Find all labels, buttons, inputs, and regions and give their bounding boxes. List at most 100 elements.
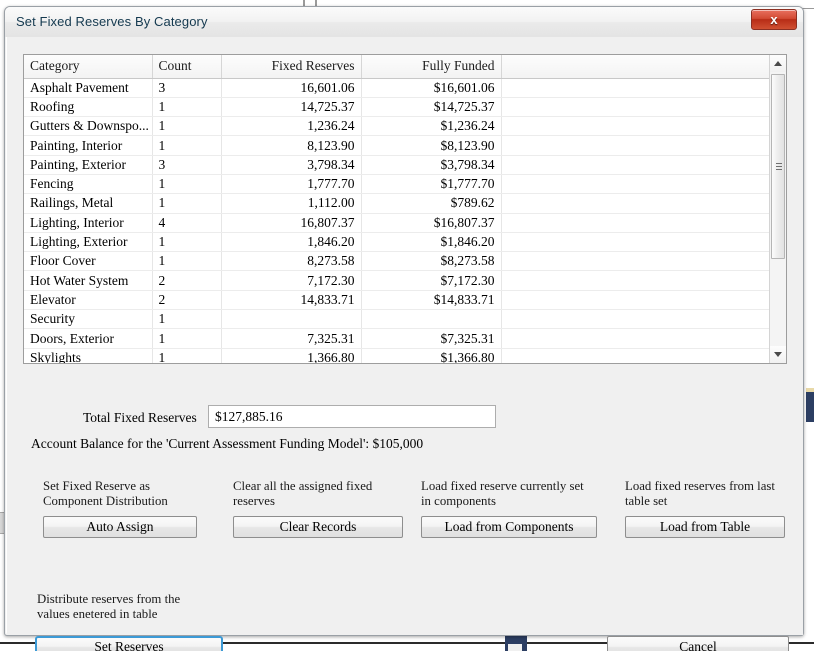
- cell-fixed-reserves[interactable]: 1,236.24: [221, 116, 362, 137]
- cell-category[interactable]: Skylights: [24, 348, 153, 363]
- table-row[interactable]: Roofing 1 14,725.37 $14,725.37: [24, 97, 770, 118]
- column-header-category[interactable]: Category: [24, 55, 153, 79]
- cell-count[interactable]: 1: [152, 232, 222, 253]
- column-header-fixed-reserves[interactable]: Fixed Reserves: [221, 55, 362, 79]
- table-row[interactable]: Painting, Exterior 3 3,798.34 $3,798.34: [24, 155, 770, 175]
- cell-fully-funded[interactable]: $16,601.06: [361, 78, 502, 98]
- cell-category[interactable]: Gutters & Downspo...: [24, 116, 153, 137]
- cell-category[interactable]: Floor Cover: [24, 251, 153, 272]
- cell-count[interactable]: 1: [152, 174, 222, 195]
- cell-fully-funded[interactable]: $14,833.71: [361, 290, 502, 311]
- cell-count[interactable]: 1: [152, 135, 222, 156]
- cell-category[interactable]: Roofing: [24, 97, 153, 118]
- scrollbar-thumb[interactable]: [771, 74, 785, 259]
- clear-records-button[interactable]: Clear Records: [233, 516, 403, 538]
- action-group-auto-assign: Set Fixed Reserve as Component Distribut…: [43, 479, 197, 538]
- table-row[interactable]: Doors, Exterior 1 7,325.31 $7,325.31: [24, 328, 770, 349]
- cell-count[interactable]: 4: [152, 213, 222, 233]
- column-header-count[interactable]: Count: [152, 55, 222, 79]
- cell-fixed-reserves[interactable]: 8,123.90: [221, 135, 362, 156]
- cell-fully-funded[interactable]: $7,325.31: [361, 328, 502, 349]
- cell-fully-funded[interactable]: $1,777.70: [361, 174, 502, 195]
- cell-fully-funded[interactable]: $1,236.24: [361, 116, 502, 137]
- cell-fully-funded[interactable]: $16,807.37: [361, 213, 502, 233]
- table-row[interactable]: Hot Water System 2 7,172.30 $7,172.30: [24, 270, 770, 291]
- dialog-titlebar[interactable]: Set Fixed Reserves By Category x: [5, 7, 803, 37]
- cell-fixed-reserves[interactable]: 7,325.31: [221, 328, 362, 349]
- auto-assign-button[interactable]: Auto Assign: [43, 516, 197, 538]
- cell-filler: [501, 135, 770, 156]
- cell-fully-funded[interactable]: $1,846.20: [361, 232, 502, 253]
- cell-fully-funded[interactable]: $3,798.34: [361, 155, 502, 175]
- grip-icon: [776, 162, 782, 171]
- cell-fixed-reserves[interactable]: 1,366.80: [221, 348, 362, 363]
- cell-filler: [501, 251, 770, 272]
- cell-category[interactable]: Elevator: [24, 290, 153, 311]
- table-row[interactable]: Security 1: [24, 309, 770, 330]
- cell-fully-funded[interactable]: $1,366.80: [361, 348, 502, 363]
- cell-fixed-reserves[interactable]: 8,273.58: [221, 251, 362, 272]
- cell-fixed-reserves[interactable]: 3,798.34: [221, 155, 362, 175]
- cell-fixed-reserves[interactable]: 14,725.37: [221, 97, 362, 118]
- cell-fixed-reserves[interactable]: 14,833.71: [221, 290, 362, 311]
- cell-fixed-reserves[interactable]: [221, 309, 362, 330]
- table-row[interactable]: Lighting, Exterior 1 1,846.20 $1,846.20: [24, 232, 770, 253]
- cell-category[interactable]: Railings, Metal: [24, 193, 153, 214]
- cell-fixed-reserves[interactable]: 16,807.37: [221, 213, 362, 233]
- cell-count[interactable]: 1: [152, 97, 222, 118]
- cell-fixed-reserves[interactable]: 1,777.70: [221, 174, 362, 195]
- cell-fully-funded[interactable]: $14,725.37: [361, 97, 502, 118]
- cell-count[interactable]: 1: [152, 193, 222, 214]
- column-header-fully-funded[interactable]: Fully Funded: [361, 55, 502, 79]
- cell-count[interactable]: 1: [152, 116, 222, 137]
- cell-count[interactable]: 2: [152, 290, 222, 311]
- load-from-components-button[interactable]: Load from Components: [421, 516, 597, 538]
- table-row[interactable]: Gutters & Downspo... 1 1,236.24 $1,236.24: [24, 116, 770, 137]
- cell-count[interactable]: 1: [152, 328, 222, 349]
- cell-count[interactable]: 1: [152, 309, 222, 330]
- cell-category[interactable]: Painting, Interior: [24, 135, 153, 156]
- cell-category[interactable]: Lighting, Interior: [24, 213, 153, 233]
- cell-fully-funded[interactable]: $8,273.58: [361, 251, 502, 272]
- cell-count[interactable]: 1: [152, 348, 222, 363]
- cell-fixed-reserves[interactable]: 16,601.06: [221, 78, 362, 98]
- cell-fixed-reserves[interactable]: 1,112.00: [221, 193, 362, 214]
- load-from-table-button[interactable]: Load from Table: [625, 516, 785, 538]
- table-row[interactable]: Asphalt Pavement 3 16,601.06 $16,601.06: [24, 78, 770, 98]
- table-row[interactable]: Railings, Metal 1 1,112.00 $789.62: [24, 193, 770, 214]
- cell-count[interactable]: 2: [152, 270, 222, 291]
- cell-category[interactable]: Hot Water System: [24, 270, 153, 291]
- scroll-down-button[interactable]: [770, 346, 786, 363]
- table-row[interactable]: Fencing 1 1,777.70 $1,777.70: [24, 174, 770, 195]
- cancel-button[interactable]: Cancel: [607, 636, 789, 651]
- table-row[interactable]: Skylights 1 1,366.80 $1,366.80: [24, 348, 770, 363]
- cell-category[interactable]: Security: [24, 309, 153, 330]
- cell-count[interactable]: 3: [152, 78, 222, 98]
- cell-fixed-reserves[interactable]: 1,846.20: [221, 232, 362, 253]
- reserves-grid[interactable]: Category Count Fixed Reserves Fully Fund…: [23, 54, 787, 364]
- cell-category[interactable]: Painting, Exterior: [24, 155, 153, 175]
- table-row[interactable]: Painting, Interior 1 8,123.90 $8,123.90: [24, 135, 770, 156]
- total-fixed-reserves-input[interactable]: [208, 405, 496, 428]
- table-row[interactable]: Floor Cover 1 8,273.58 $8,273.58: [24, 251, 770, 272]
- table-row[interactable]: Lighting, Interior 4 16,807.37 $16,807.37: [24, 213, 770, 233]
- cell-fully-funded[interactable]: $789.62: [361, 193, 502, 214]
- cell-fully-funded[interactable]: $7,172.30: [361, 270, 502, 291]
- cell-fully-funded[interactable]: $8,123.90: [361, 135, 502, 156]
- set-reserves-button[interactable]: Set Reserves: [35, 636, 223, 651]
- cell-category[interactable]: Lighting, Exterior: [24, 232, 153, 253]
- scroll-up-button[interactable]: [770, 55, 786, 72]
- dialog-title: Set Fixed Reserves By Category: [16, 14, 208, 29]
- close-button[interactable]: x: [751, 9, 797, 30]
- cell-fully-funded[interactable]: [361, 309, 502, 330]
- table-row[interactable]: Elevator 2 14,833.71 $14,833.71: [24, 290, 770, 311]
- close-icon: x: [770, 12, 778, 27]
- cell-category[interactable]: Asphalt Pavement: [24, 78, 153, 98]
- cell-count[interactable]: 1: [152, 251, 222, 272]
- table-body: Asphalt Pavement 3 16,601.06 $16,601.06 Roof…: [24, 78, 770, 363]
- cell-fixed-reserves[interactable]: 7,172.30: [221, 270, 362, 291]
- grid-vertical-scrollbar[interactable]: [769, 55, 786, 363]
- cell-category[interactable]: Fencing: [24, 174, 153, 195]
- cell-count[interactable]: 3: [152, 155, 222, 175]
- cell-category[interactable]: Doors, Exterior: [24, 328, 153, 349]
